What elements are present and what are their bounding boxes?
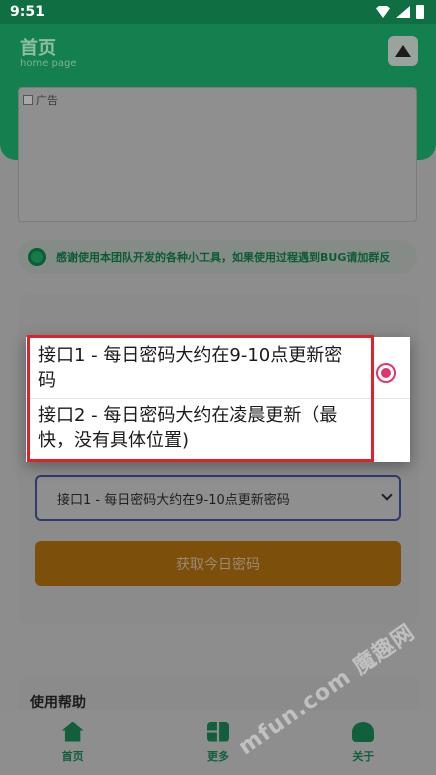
apps-icon (206, 721, 229, 742)
user-icon (352, 721, 375, 742)
app-logo-icon[interactable] (388, 36, 418, 66)
chevron-down-icon (381, 489, 393, 501)
status-bar: 9:51 (0, 0, 436, 24)
api-select-value: 接口1 - 每日密码大约在9-10点更新密码 (57, 492, 290, 508)
home-icon (61, 721, 84, 742)
ad-banner[interactable]: 广告 (18, 87, 417, 222)
option-api-2[interactable]: 接口2 - 每日密码大约在凌晨更新（最快，没有具体位置) (26, 403, 410, 461)
ad-label-text: 广告 (36, 94, 58, 107)
nav-item-about[interactable]: 关于 (291, 710, 436, 775)
help-title: 使用帮助 (30, 695, 86, 711)
option-api-1[interactable]: 接口1 - 每日密码大约在9-10点更新密码 (26, 343, 410, 399)
broken-image-icon (23, 95, 33, 105)
page-title: 首页 (20, 38, 56, 59)
api-select[interactable]: 接口1 - 每日密码大约在9-10点更新密码 (35, 475, 401, 521)
nav-label-more: 更多 (206, 749, 229, 763)
option-api-1-label: 接口1 - 每日密码大约在9-10点更新密码 (38, 345, 343, 391)
battery-icon (416, 5, 424, 19)
status-time: 9:51 (10, 4, 45, 20)
option-api-2-label: 接口2 - 每日密码大约在凌晨更新（最快，没有具体位置) (38, 405, 338, 451)
nav-item-home[interactable]: 首页 (0, 710, 145, 775)
bottom-nav: 首页 更多 关于 (0, 710, 436, 775)
get-password-button[interactable]: 获取今日密码 (35, 541, 401, 586)
page-subtitle: home page (20, 58, 77, 69)
nav-label-home: 首页 (61, 749, 84, 763)
ad-label: 广告 (23, 92, 58, 108)
notice-banner: 感谢使用本团队开发的各种小工具，如果使用过程遇到BUG请加群反 (18, 240, 417, 274)
wifi-icon (376, 6, 390, 18)
status-icons (376, 5, 424, 19)
nav-label-about: 关于 (352, 749, 375, 763)
signal-icon (396, 6, 410, 18)
api-option-dialog: 接口1 - 每日密码大约在9-10点更新密码 接口2 - 每日密码大约在凌晨更新… (26, 337, 410, 462)
info-circle-icon (28, 248, 46, 266)
notice-text: 感谢使用本团队开发的各种小工具，如果使用过程遇到BUG请加群反 (56, 251, 391, 264)
radio-selected-icon[interactable] (376, 363, 396, 383)
